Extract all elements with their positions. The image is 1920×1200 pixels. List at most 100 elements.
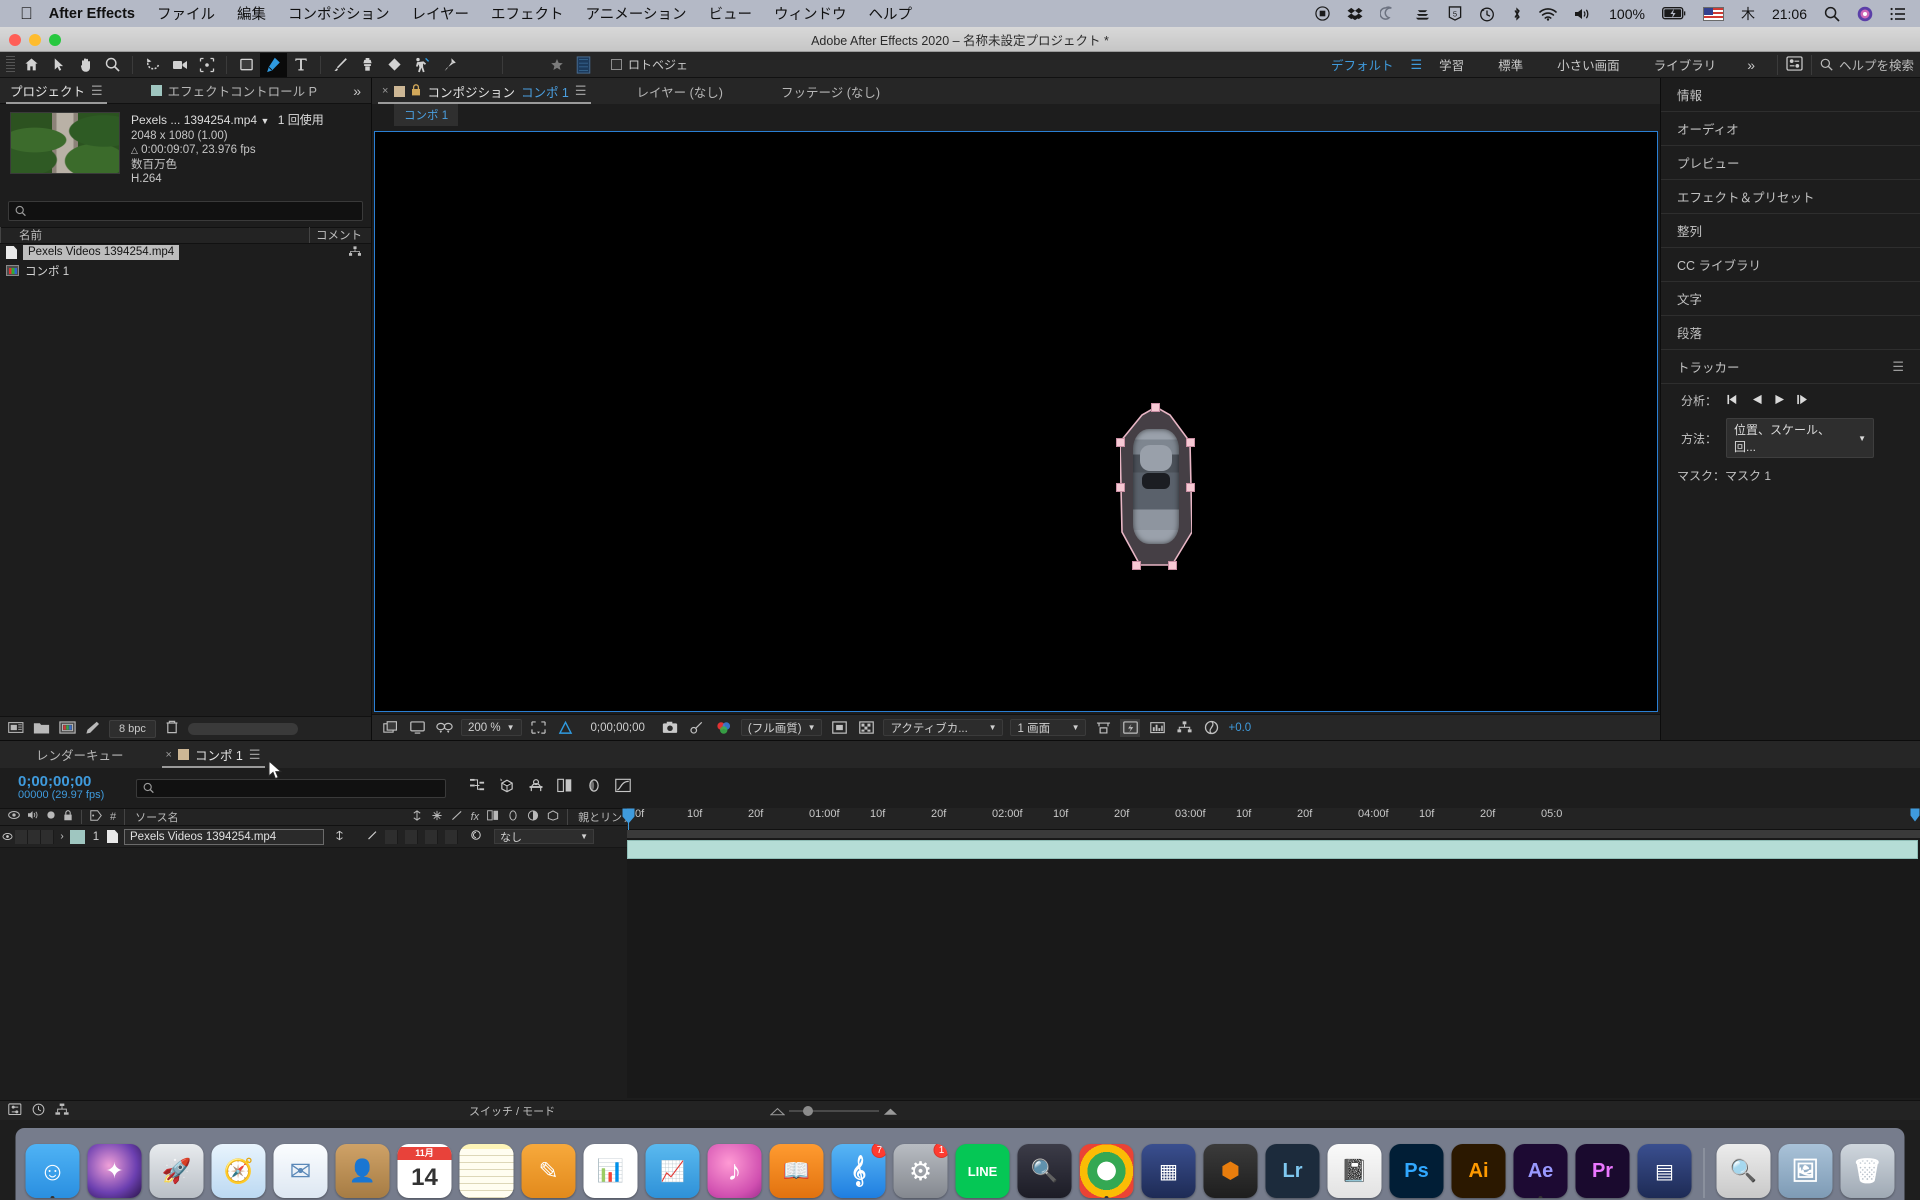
region-of-interest-icon[interactable] xyxy=(529,719,549,737)
dock-item-numbers[interactable]: 📊 xyxy=(583,1144,638,1198)
dock-item-system-preferences[interactable]: ⚙ 1 xyxy=(893,1144,948,1198)
dock-item-pages[interactable]: ✎ xyxy=(521,1144,576,1198)
workspace-menu-icon[interactable]: ☰ xyxy=(1410,57,1422,73)
dock-item-after-effects[interactable]: Ae xyxy=(1513,1144,1568,1198)
tab-footage[interactable]: フッテージ (なし) xyxy=(771,78,890,104)
anchor-point-tool-icon[interactable] xyxy=(193,53,220,77)
layer-fx-switch[interactable] xyxy=(385,829,398,844)
battery-icon[interactable] xyxy=(1661,7,1686,20)
3d-glasses-icon[interactable] xyxy=(434,719,454,737)
puppet-pin-tool-icon[interactable] xyxy=(435,53,462,77)
magnification-dropdown[interactable]: 200 % ▼ xyxy=(461,719,522,736)
project-row-name[interactable]: コンポ 1 xyxy=(25,263,69,279)
fx-icon[interactable]: fx xyxy=(471,811,480,823)
dock-item-itunes[interactable]: ♪ xyxy=(707,1144,762,1198)
mask-handle[interactable] xyxy=(1116,483,1125,492)
mask-handle[interactable] xyxy=(1186,483,1195,492)
star-icon[interactable] xyxy=(543,53,570,77)
layer-collapse-switch[interactable] xyxy=(352,830,360,844)
menu-layer[interactable]: レイヤー xyxy=(411,3,469,24)
views-dropdown[interactable]: 1 画面 ▼ xyxy=(1010,719,1087,736)
column-source-name[interactable]: ソース名 xyxy=(124,809,188,825)
expand-arrow-icon[interactable]: › xyxy=(54,831,70,842)
timeline-tracks-area[interactable] xyxy=(627,838,1920,1098)
dock-item-preview[interactable]: 🔍 xyxy=(1716,1144,1771,1198)
rotation-tool-icon[interactable] xyxy=(139,53,166,77)
brush-tool-icon[interactable] xyxy=(327,53,354,77)
dock-item-safari[interactable]: 🧭 xyxy=(211,1144,266,1198)
hand-tool-icon[interactable] xyxy=(72,53,99,77)
chevron-down-icon[interactable]: ▼ xyxy=(260,116,269,126)
audio-icon[interactable] xyxy=(27,810,39,824)
spotlight-icon[interactable] xyxy=(1824,6,1840,22)
toggle-mask-icon[interactable] xyxy=(829,719,849,737)
view-layout-dropdown[interactable]: アクティブカ... ▼ xyxy=(883,719,1004,736)
layer-quality-switch-icon[interactable] xyxy=(367,830,378,844)
menu-app-name[interactable]: After Effects xyxy=(49,6,135,22)
dock-item-blender[interactable]: ⬢ xyxy=(1203,1144,1258,1198)
camera-tool-icon[interactable] xyxy=(166,53,193,77)
frame-blend-icon[interactable] xyxy=(487,810,499,824)
layer-source-name[interactable]: Pexels Videos 1394254.mp4 xyxy=(124,828,324,845)
menu-window[interactable]: ウィンドウ xyxy=(774,3,847,24)
dock-item-notes[interactable] xyxy=(459,1144,514,1198)
wifi-icon[interactable] xyxy=(1539,7,1557,21)
creative-cloud-icon[interactable] xyxy=(1380,6,1397,21)
panel-menu-icon[interactable]: ☰ xyxy=(91,83,103,99)
dock-item-launchpad[interactable]: 🚀 xyxy=(149,1144,204,1198)
dock-item-mail[interactable]: ✉ xyxy=(273,1144,328,1198)
3d-layer-icon[interactable] xyxy=(547,810,559,824)
video-icon[interactable] xyxy=(8,810,20,824)
dock-item-premiere[interactable]: Pr xyxy=(1575,1144,1630,1198)
frame-render-time-icon[interactable] xyxy=(32,1103,45,1119)
panel-character[interactable]: 文字 xyxy=(1661,282,1920,316)
mask-handle[interactable] xyxy=(1151,403,1160,412)
home-icon[interactable] xyxy=(18,53,45,77)
dock-item-finder[interactable]: ☺ xyxy=(25,1144,80,1198)
tab-project[interactable]: プロジェクト ☰ xyxy=(0,78,113,104)
new-folder-icon[interactable] xyxy=(33,721,50,737)
panel-menu-icon[interactable]: ☰ xyxy=(1892,359,1904,375)
workspace-learn[interactable]: 学習 xyxy=(1422,55,1481,74)
tracker-method-dropdown[interactable]: 位置、スケール、回... ▼ xyxy=(1726,418,1874,458)
roto-bezier-option[interactable]: ロトベジェ xyxy=(611,56,688,73)
analyze-1-backward-icon[interactable] xyxy=(1726,394,1741,408)
tab-timeline-comp[interactable]: × コンポ 1 ☰ xyxy=(156,742,271,768)
time-machine-icon[interactable] xyxy=(1479,6,1495,22)
workspace-standard[interactable]: 標準 xyxy=(1481,55,1540,74)
workspace-small-screen[interactable]: 小さい画面 xyxy=(1540,55,1637,74)
exposure-icon[interactable] xyxy=(1201,719,1221,737)
selection-tool-icon[interactable] xyxy=(45,53,72,77)
chevron-double-right-icon[interactable]: » xyxy=(343,78,371,104)
layer-adjustment-switch[interactable] xyxy=(445,829,458,844)
dock-item-calendar[interactable]: 11月 14 xyxy=(397,1144,452,1198)
layer-lock-toggle[interactable] xyxy=(41,829,54,844)
channel-rgb-icon[interactable] xyxy=(714,719,734,737)
tab-effect-controls[interactable]: エフェクトコントロール P xyxy=(141,78,327,104)
graph-icon[interactable] xyxy=(1147,719,1167,737)
menu-effect[interactable]: エフェクト xyxy=(491,3,564,24)
minimize-window-button[interactable] xyxy=(29,34,41,46)
project-search-field[interactable] xyxy=(31,204,356,217)
menubar-clock[interactable]: 21:06 xyxy=(1772,6,1807,22)
workspace-settings-icon[interactable] xyxy=(1786,55,1803,74)
composition-mini-flowchart-icon[interactable] xyxy=(470,778,486,798)
zoom-tool-icon[interactable] xyxy=(99,53,126,77)
panel-menu-icon[interactable]: ☰ xyxy=(575,83,587,99)
help-search-field[interactable]: ヘルプを検索 xyxy=(1820,55,1914,74)
motion-blur-icon[interactable] xyxy=(586,778,602,798)
panel-tracker[interactable]: トラッカー ☰ xyxy=(1661,350,1920,384)
layer-audio-toggle[interactable] xyxy=(15,829,28,844)
column-name[interactable]: 名前 xyxy=(0,227,42,243)
panel-menu-icon[interactable]: ☰ xyxy=(249,747,261,763)
analyze-backward-icon[interactable] xyxy=(1750,394,1764,408)
shape-tool-icon[interactable] xyxy=(233,53,260,77)
dock-item-illustrator[interactable]: Ai xyxy=(1451,1144,1506,1198)
layer-parent-dropdown[interactable]: なし ▼ xyxy=(494,829,594,844)
dock-item-alfred[interactable]: 🔍 xyxy=(1017,1144,1072,1198)
notification-center-icon[interactable] xyxy=(1890,7,1906,21)
tab-layer[interactable]: レイヤー (なし) xyxy=(627,78,733,104)
renderer-icon[interactable] xyxy=(1174,719,1194,737)
apple-menu-icon[interactable]:  xyxy=(20,5,33,22)
close-icon[interactable]: × xyxy=(166,749,172,761)
